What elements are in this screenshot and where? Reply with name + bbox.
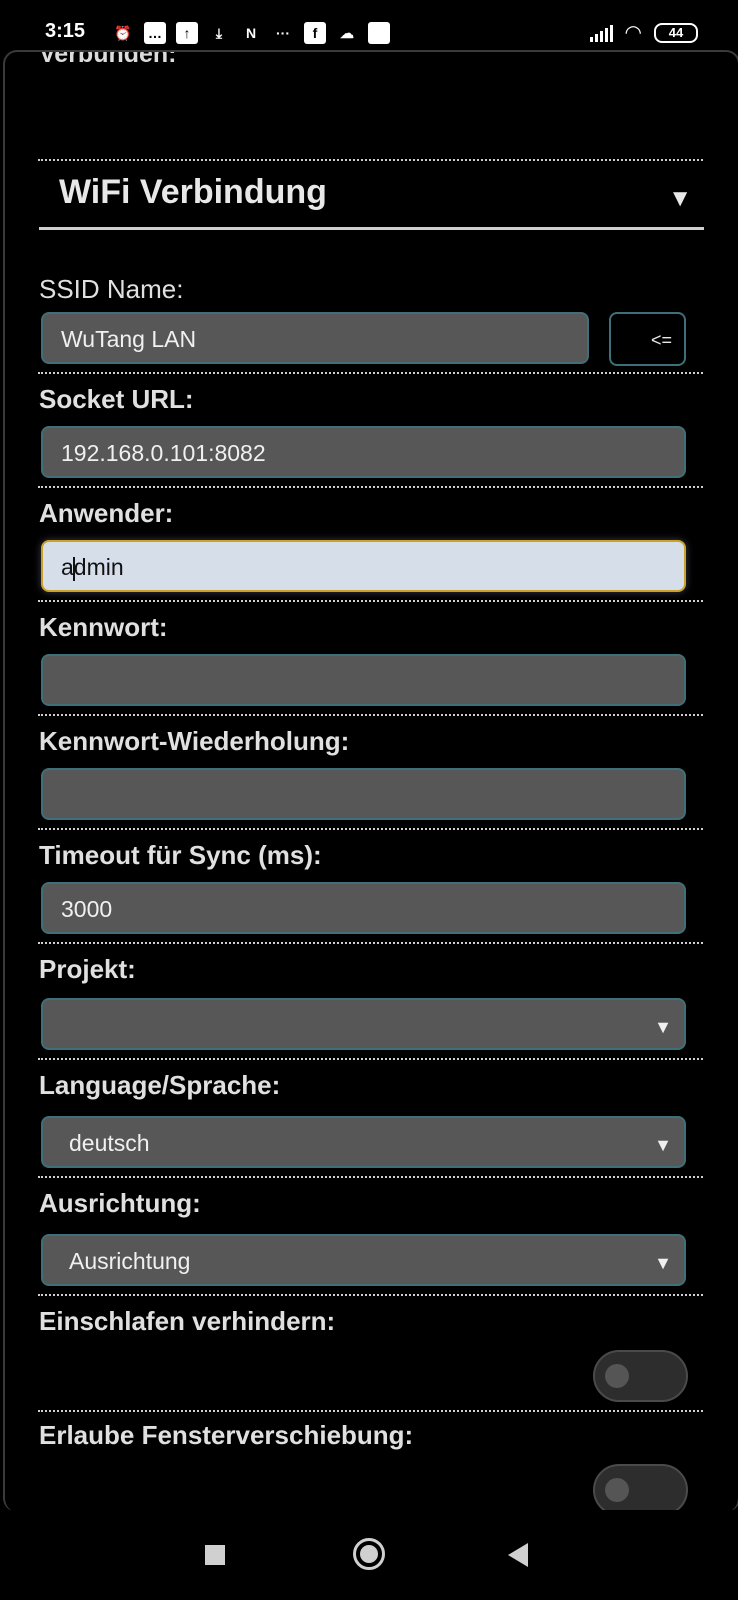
divider	[38, 372, 703, 374]
divider	[38, 1294, 703, 1296]
facebook-icon: f	[304, 22, 326, 44]
signal-icon	[589, 24, 613, 42]
app-screen: 3:15 ⏰ … ↑ ⤓ N ··· f ☁ ◠ 44 Verbunden: W…	[0, 0, 738, 1600]
section-title: WiFi Verbindung	[59, 173, 327, 211]
password-label: Kennwort:	[39, 612, 168, 642]
project-label: Projekt:	[39, 954, 136, 984]
more-icon: ···	[276, 25, 290, 41]
timeout-input[interactable]: 3000	[41, 882, 686, 934]
dropdown-arrow-icon: ▼	[654, 1253, 672, 1273]
orientation-select[interactable]: Ausrichtung ▼	[41, 1234, 686, 1286]
wifi-section-header[interactable]: WiFi Verbindung ▼	[39, 167, 704, 230]
allow-window-move-label: Erlaube Fensterverschiebung:	[39, 1420, 414, 1450]
prevent-sleep-label: Einschlafen verhindern:	[39, 1306, 336, 1336]
divider	[38, 486, 703, 488]
navigation-bar	[0, 1510, 738, 1600]
download-icon: ⤓	[215, 24, 223, 41]
chevron-down-icon: ▼	[668, 185, 692, 212]
netflix-icon: N	[245, 25, 257, 41]
battery-icon: 44	[654, 22, 698, 43]
connected-label: Verbunden:	[39, 50, 177, 68]
language-select[interactable]: deutsch ▼	[41, 1116, 686, 1168]
ssid-scan-button[interactable]: <=	[609, 312, 686, 366]
home-icon[interactable]	[353, 1538, 385, 1570]
divider	[38, 1176, 703, 1178]
divider	[38, 159, 703, 161]
divider	[38, 1058, 703, 1060]
user-value-end: dmin	[73, 554, 124, 580]
orientation-value: Ausrichtung	[69, 1248, 191, 1274]
user-label: Anwender:	[39, 498, 174, 528]
wifi-icon: ◠	[624, 22, 642, 44]
app-icon	[368, 22, 390, 44]
language-value: deutsch	[69, 1130, 150, 1156]
dropdown-arrow-icon: ▼	[654, 1135, 672, 1155]
status-time: 3:15	[45, 20, 86, 42]
divider	[38, 714, 703, 716]
allow-window-move-toggle[interactable]	[593, 1464, 688, 1512]
divider	[38, 600, 703, 602]
language-label: Language/Sprache:	[39, 1070, 281, 1100]
divider	[38, 828, 703, 830]
ssid-input[interactable]: WuTang LAN	[41, 312, 589, 364]
socket-url-input[interactable]: 192.168.0.101:8082	[41, 426, 686, 478]
prevent-sleep-toggle[interactable]	[593, 1350, 688, 1402]
status-bar: 3:15 ⏰ … ↑ ⤓ N ··· f ☁ ◠ 44	[0, 0, 738, 52]
upload-icon: ↑	[176, 22, 198, 44]
settings-panel[interactable]: Verbunden: WiFi Verbindung ▼ SSID Name: …	[3, 50, 738, 1512]
recent-apps-icon[interactable]	[205, 1545, 225, 1565]
user-input[interactable]: admin	[41, 540, 686, 592]
timeout-label: Timeout für Sync (ms):	[39, 840, 322, 870]
toggle-knob	[605, 1478, 629, 1502]
notification-icons: ⏰ … ↑ ⤓ N ··· f ☁	[112, 22, 390, 44]
alarm-icon: ⏰	[114, 24, 132, 41]
password-repeat-label: Kennwort-Wiederholung:	[39, 726, 350, 756]
system-icons: ◠ 44	[589, 20, 698, 45]
divider	[38, 1410, 703, 1412]
toggle-knob	[605, 1364, 629, 1388]
project-select[interactable]: ▼	[41, 998, 686, 1050]
password-repeat-input[interactable]	[41, 768, 686, 820]
back-icon[interactable]	[508, 1543, 528, 1567]
password-input[interactable]	[41, 654, 686, 706]
dropdown-arrow-icon: ▼	[654, 1017, 672, 1037]
ssid-label: SSID Name:	[39, 274, 184, 304]
socket-url-label: Socket URL:	[39, 384, 194, 414]
orientation-label: Ausrichtung:	[39, 1188, 201, 1218]
message-icon: …	[144, 22, 166, 44]
cloud-icon: ☁	[340, 24, 354, 41]
divider	[38, 942, 703, 944]
